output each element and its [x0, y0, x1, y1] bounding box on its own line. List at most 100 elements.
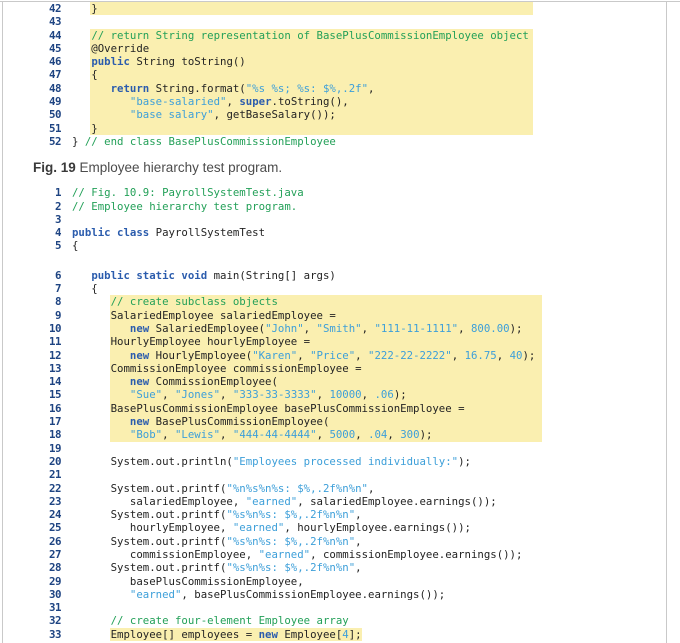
code-text: hourlyEmployee, "earned", hourlyEmployee… — [72, 521, 471, 534]
code-line: 48 return String.format("%s %s; %s: $%,.… — [3, 81, 666, 96]
code-line: 23 salariedEmployee, "earned", salariedE… — [3, 495, 666, 508]
line-number: 46 — [48, 55, 62, 69]
code-token: main(String[] args) — [207, 268, 336, 282]
line-number: 5 — [54, 239, 62, 253]
code-token: , — [303, 321, 317, 335]
code-line: 22 System.out.printf("%n%s%n%s: $%,.2f%n… — [3, 482, 666, 495]
literal-token: "earned" — [245, 494, 298, 508]
literal-token: "Price" — [310, 348, 356, 362]
line-number: 47 — [48, 68, 62, 82]
line-number: 50 — [48, 108, 62, 122]
code-line: 4 public class PayrollSystemTest — [3, 226, 666, 239]
code-line: 21 — [3, 468, 666, 481]
line-number: 2 — [54, 199, 62, 213]
code-token: System.out.printf( — [72, 508, 227, 522]
code-token: System.out.println( — [72, 454, 233, 468]
keyword-token: return — [110, 81, 150, 95]
code-listing-payroll-system-test: 1 // Fig. 10.9: PayrollSystemTest.java 2 //… — [3, 186, 666, 642]
page-border-right — [666, 1, 667, 643]
keyword-token: public — [91, 268, 130, 282]
code-line: 28 System.out.printf("%s%n%s: $%,.2f%n%n… — [3, 561, 666, 574]
line-number: 44 — [48, 28, 62, 42]
keyword-token: void — [181, 268, 208, 282]
line-number: 3 — [54, 212, 62, 226]
code-token: SalariedEmployee salariedEmployee = — [72, 308, 336, 322]
line-number: 19 — [48, 441, 62, 455]
code-text: System.out.printf("%s%n%s: $%,.2f%n%n", — [72, 535, 362, 548]
literal-token: "earned" — [129, 587, 182, 601]
code-line: 52} // end class BasePlusCommissionEmplo… — [3, 135, 666, 148]
code-token: Employee[] employees = — [72, 627, 259, 641]
literal-token: "Karen" — [252, 348, 298, 362]
line-number: 24 — [48, 508, 62, 522]
code-line: 44 // return String representation of Ba… — [3, 28, 666, 42]
code-text: // Employee hierarchy test program. — [72, 200, 297, 213]
code-line: 32 // create four-element Employee array — [3, 614, 666, 627]
line-number: 32 — [48, 614, 62, 628]
literal-token: "base-salaried" — [129, 95, 227, 109]
code-token: , — [451, 348, 465, 362]
literal-token: "222-22-2222" — [368, 348, 452, 362]
code-line: 30 "earned", basePlusCommissionEmployee.… — [3, 588, 666, 601]
comment-token: // end class BasePlusCommissionEmployee — [84, 134, 336, 148]
literal-token: "Lewis" — [174, 428, 221, 442]
code-text: } — [72, 2, 97, 15]
code-token: { — [72, 239, 79, 253]
literal-token: 16.75 — [464, 348, 497, 362]
code-token: , — [361, 321, 375, 335]
code-token: Employee[ — [277, 627, 343, 641]
line-number: 22 — [48, 481, 62, 495]
code-text: System.out.printf("%s%n%s: $%,.2f%n%n", — [72, 508, 362, 521]
keyword-token: new — [129, 348, 150, 362]
code-text: { — [72, 68, 97, 81]
literal-token: "%s%n%s: $%,.2f%n%n" — [226, 508, 356, 522]
code-text: SalariedEmployee salariedEmployee = — [72, 309, 336, 322]
code-text: System.out.println("Employees processed … — [72, 455, 471, 468]
comment-token: // return String representation of BaseP… — [91, 28, 529, 42]
line-number: 52 — [48, 134, 62, 148]
line-number: 4 — [54, 226, 62, 240]
code-line: 20 System.out.println("Employees process… — [3, 455, 666, 468]
code-token: BasePlusCommissionEmployee( — [149, 415, 330, 429]
line-number: 42 — [48, 2, 62, 15]
code-text: HourlyEmployee hourlyEmployee = — [72, 335, 310, 348]
code-token: , — [387, 428, 401, 442]
keyword-token: static — [136, 268, 175, 282]
code-line: 16 BasePlusCommissionEmployee basePlusCo… — [3, 401, 666, 416]
code-token: BasePlusCommissionEmployee basePlusCommi… — [72, 401, 465, 415]
code-token: , — [355, 561, 362, 575]
code-token: ); — [509, 321, 523, 335]
line-number: 17 — [48, 415, 62, 429]
code-line: 24 System.out.printf("%s%n%s: $%,.2f%n%n… — [3, 508, 666, 521]
code-token: salariedEmployee, — [72, 494, 246, 508]
code-token: , salariedEmployee.earnings()); — [297, 494, 497, 508]
line-number: 14 — [48, 375, 62, 389]
code-token: HourlyEmployee hourlyEmployee = — [72, 335, 311, 349]
comment-token: // Fig. 10.9: PayrollSystemTest.java — [72, 186, 304, 200]
literal-token: .04 — [368, 428, 388, 442]
code-line: 47 { — [3, 68, 666, 82]
keyword-token: public — [72, 226, 111, 240]
literal-token: "%n%s%n%s: $%,.2f%n%n" — [226, 481, 368, 495]
code-line: 49 "base-salaried", super.toString(), — [3, 95, 666, 109]
code-token: , — [297, 348, 311, 362]
code-line: 43 — [3, 15, 666, 28]
code-token: , — [496, 348, 510, 362]
literal-token: "Sue" — [129, 388, 163, 402]
code-line: 19 — [3, 442, 666, 455]
line-number: 30 — [48, 587, 62, 601]
literal-token: "Employees processed individually:" — [232, 454, 459, 468]
code-line: 46 public String toString() — [3, 55, 666, 69]
line-number: 15 — [48, 388, 62, 402]
code-token: , — [162, 388, 175, 402]
code-text: { — [72, 239, 78, 252]
code-text: System.out.printf("%s%n%s: $%,.2f%n%n", — [72, 561, 362, 574]
line-number: 1 — [54, 186, 62, 200]
